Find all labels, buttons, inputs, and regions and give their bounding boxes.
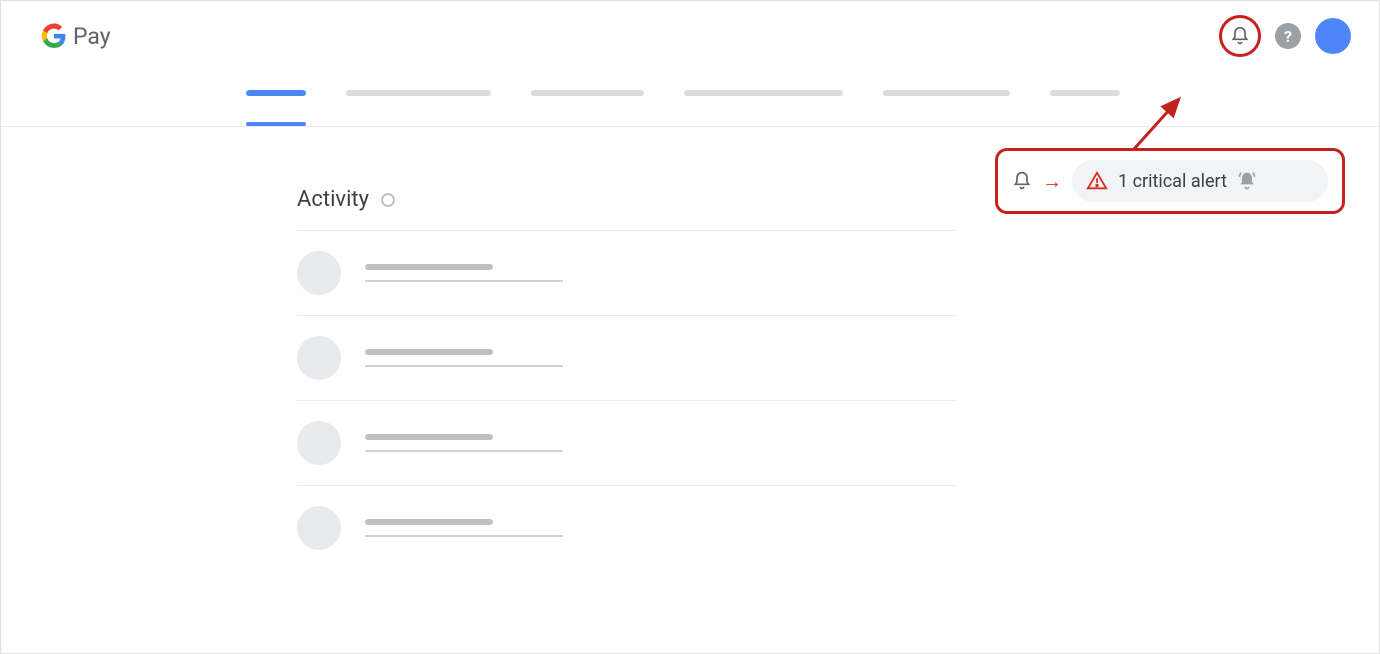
tab-placeholder <box>346 90 491 96</box>
alert-pill[interactable]: 1 critical alert <box>1072 160 1328 202</box>
item-text-placeholder <box>365 434 563 452</box>
list-item[interactable] <box>297 316 1379 400</box>
alert-count: 1 <box>1118 171 1128 192</box>
tabs <box>1 71 1379 127</box>
item-avatar-placeholder <box>297 251 341 295</box>
item-avatar-placeholder <box>297 336 341 380</box>
header: Pay ? <box>1 1 1379 71</box>
tab-placeholder <box>684 90 843 96</box>
item-text-placeholder <box>365 349 563 367</box>
annotation-callout: → 1 critical alert <box>995 148 1345 214</box>
tab-3[interactable] <box>531 90 644 126</box>
gpay-logo[interactable]: Pay <box>41 23 111 50</box>
help-button[interactable]: ? <box>1275 23 1301 49</box>
tab-placeholder <box>531 90 644 96</box>
tab-placeholder <box>883 90 1010 96</box>
question-mark-icon: ? <box>1284 27 1292 46</box>
item-avatar-placeholder <box>297 421 341 465</box>
bell-ring-icon <box>1237 171 1257 191</box>
tab-5[interactable] <box>883 90 1010 126</box>
tab-placeholder <box>246 90 306 96</box>
bell-icon <box>1012 171 1032 191</box>
tab-6[interactable] <box>1050 90 1120 126</box>
item-avatar-placeholder <box>297 506 341 550</box>
list-item[interactable] <box>297 486 1379 570</box>
alert-label: 1 critical alert <box>1118 171 1227 192</box>
section-title-text: Activity <box>297 187 369 212</box>
avatar[interactable] <box>1315 18 1351 54</box>
tab-1[interactable] <box>246 90 306 126</box>
arrow-right-icon: → <box>1042 169 1062 194</box>
bell-icon <box>1230 26 1250 46</box>
notifications-button[interactable] <box>1219 15 1261 57</box>
item-text-placeholder <box>365 264 563 282</box>
list-item[interactable] <box>297 401 1379 485</box>
header-actions: ? <box>1219 15 1351 57</box>
tab-4[interactable] <box>684 90 843 126</box>
alert-text: critical alert <box>1133 171 1227 192</box>
circle-icon <box>381 193 395 207</box>
item-text-placeholder <box>365 519 563 537</box>
google-g-icon <box>41 23 67 49</box>
warning-triangle-icon <box>1086 170 1108 192</box>
brand-name: Pay <box>73 23 111 50</box>
list-item[interactable] <box>297 231 1379 315</box>
tab-placeholder <box>1050 90 1120 96</box>
tab-2[interactable] <box>346 90 491 126</box>
